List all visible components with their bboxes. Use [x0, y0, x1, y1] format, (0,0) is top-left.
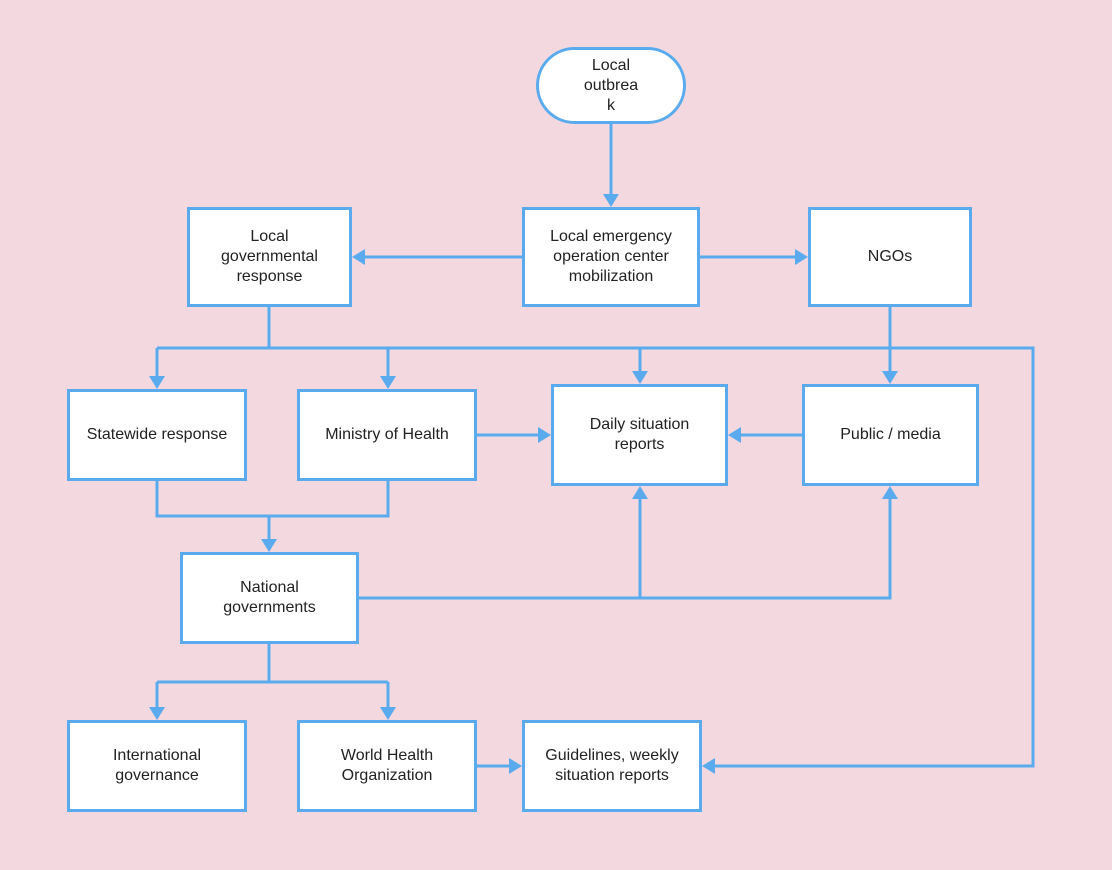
arrowhead-ministry [380, 376, 396, 389]
arrowhead-public-top [882, 371, 898, 384]
arrowhead-who [380, 707, 396, 720]
arrowhead-national [261, 539, 277, 552]
arrowhead-daily-right [728, 427, 741, 443]
arrowhead-eoc [603, 194, 619, 207]
node-local-gov-response: Local governmental response [187, 207, 352, 307]
node-ministry-of-health: Ministry of Health [297, 389, 477, 481]
arrowhead-public-bottom [882, 486, 898, 499]
edge-state-ministry-merge [155, 481, 390, 518]
node-guidelines-weekly-reports: Guidelines, weekly situation reports [522, 720, 702, 812]
arrowhead-daily-top [632, 371, 648, 384]
node-who: World Health Organization [297, 720, 477, 812]
arrowhead-international [149, 707, 165, 720]
node-statewide-response: Statewide response [67, 389, 247, 481]
node-ngos: NGOs [808, 207, 972, 307]
node-international-governance: International governance [67, 720, 247, 812]
node-local-outbreak: Local outbrea k [536, 47, 686, 124]
arrowhead-statewide [149, 376, 165, 389]
arrowhead-guidelines-left [509, 758, 522, 774]
arrowhead-ngos [795, 249, 808, 265]
edge-national-to-public [359, 499, 892, 600]
node-public-media: Public / media [802, 384, 979, 486]
node-daily-situation-reports: Daily situation reports [551, 384, 728, 486]
arrowhead-guidelines-right [702, 758, 715, 774]
node-eoc-mobilization: Local emergency operation center mobiliz… [522, 207, 700, 307]
arrowhead-daily-bottom [632, 486, 648, 499]
arrowhead-local-gov [352, 249, 365, 265]
arrowhead-daily-left [538, 427, 551, 443]
node-national-governments: National governments [180, 552, 359, 644]
